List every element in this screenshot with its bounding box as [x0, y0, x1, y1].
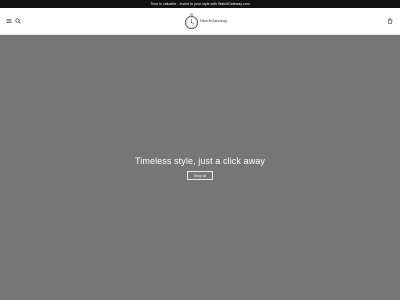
logo-text: WatchGateway — [200, 19, 228, 23]
menu-icon[interactable] — [6, 18, 12, 24]
search-icon[interactable] — [15, 18, 21, 24]
announcement-bar: Time is valuable - invest in your style … — [0, 0, 400, 8]
announcement-text: Time is valuable - invest in your style … — [150, 2, 250, 6]
pocket-watch-icon — [184, 13, 199, 30]
cart-icon[interactable] — [387, 18, 393, 24]
shop-all-button[interactable]: Shop all — [187, 171, 213, 180]
site-header: WatchGateway — [0, 8, 400, 35]
store-logo[interactable]: WatchGateway — [183, 13, 227, 30]
hero-title: Timeless style, just a click away — [135, 156, 265, 166]
hero-banner: Timeless style, just a click away Shop a… — [0, 35, 400, 300]
shop-all-label: Shop all — [193, 173, 207, 178]
